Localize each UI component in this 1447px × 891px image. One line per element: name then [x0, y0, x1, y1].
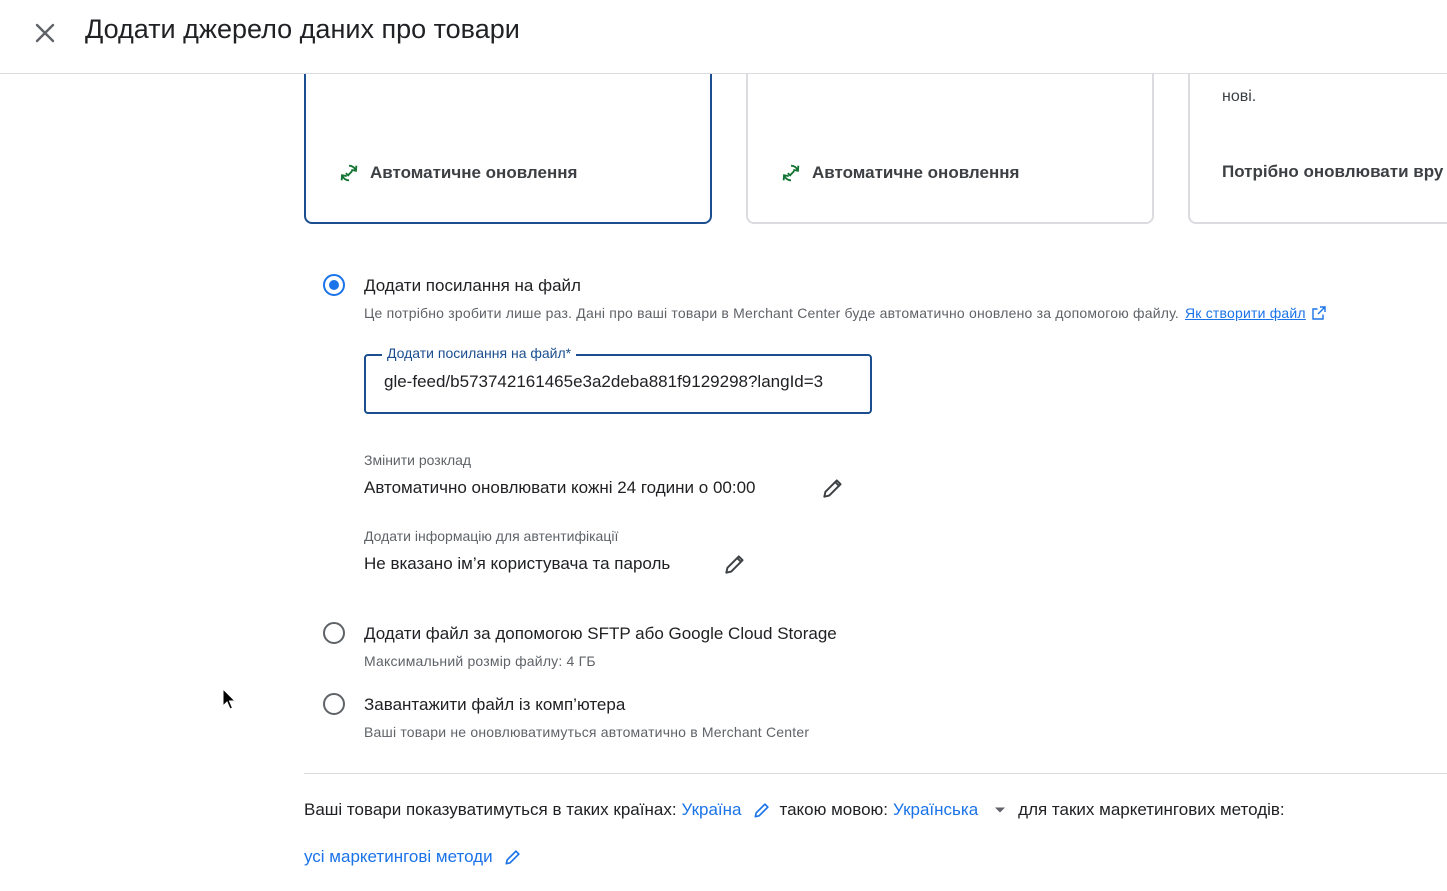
card-update-label: Потрібно оновлювати вру: [1222, 162, 1444, 181]
radio-upload[interactable]: [323, 693, 345, 715]
language-select[interactable]: Українська: [893, 800, 978, 820]
close-button[interactable]: [30, 18, 60, 48]
external-link-icon: [1312, 306, 1326, 320]
page-title: Додати джерело даних про товари: [85, 14, 520, 44]
option-add-link-description-text: Це потрібно зробити лише раз. Дані про в…: [364, 305, 1179, 321]
edit-methods-icon[interactable]: [503, 847, 523, 867]
schedule-caption: Змінити розклад: [364, 452, 472, 468]
file-link-input[interactable]: [384, 372, 854, 392]
schedule-value: Автоматично оновлювати кожні 24 години о…: [364, 478, 756, 497]
pencil-icon: [725, 555, 744, 574]
radio-sftp[interactable]: [323, 622, 345, 644]
dropdown-arrow-icon[interactable]: [994, 806, 1006, 814]
dialog-header: Додати джерело даних про товари: [0, 0, 1447, 74]
close-icon: [35, 23, 55, 43]
auto-update-icon: [340, 164, 358, 182]
file-link-field[interactable]: Додати посилання на файл*: [364, 345, 872, 414]
country-link[interactable]: Україна: [682, 800, 742, 820]
option-add-link-description: Це потрібно зробити лише раз. Дані про в…: [364, 305, 1326, 321]
option-sftp-description: Максимальний розмір файлу: 4 ГБ: [364, 653, 596, 669]
card-update-label: Автоматичне оновлення: [370, 163, 578, 182]
card-update-row: Автоматичне оновлення: [338, 162, 577, 184]
divider: [304, 773, 1447, 774]
edit-country-icon[interactable]: [752, 800, 772, 820]
methods-prefix: для таких маркетингових методів:: [1018, 800, 1285, 819]
mouse-cursor-icon: [222, 688, 237, 710]
card-update-label: Автоматичне оновлення: [812, 163, 1020, 182]
option-add-link-label: Додати посилання на файл: [364, 276, 581, 295]
radio-add-link[interactable]: [323, 274, 345, 296]
auto-update-icon: [782, 164, 800, 182]
targeting-summary: Ваші товари показуватимуться в таких кра…: [304, 800, 1285, 820]
file-link-field-label: Додати посилання на файл*: [382, 345, 577, 361]
countries-prefix: Ваші товари показуватимуться в таких кра…: [304, 800, 677, 819]
edit-schedule-button[interactable]: [820, 475, 846, 501]
methods-row: усі маркетингові методи: [304, 847, 531, 867]
card-update-row: Автоматичне оновлення: [780, 162, 1019, 184]
option-upload-label: Завантажити файл із комп’ютера: [364, 695, 626, 714]
edit-auth-button[interactable]: [722, 551, 748, 577]
language-prefix: такою мовою:: [779, 800, 889, 819]
card-description: нові.: [1222, 88, 1257, 105]
auth-caption: Додати інформацію для автентифікації: [364, 528, 619, 544]
option-sftp-label: Додати файл за допомогою SFTP або Google…: [364, 624, 837, 643]
how-to-create-file-link[interactable]: Як створити файл: [1185, 305, 1306, 321]
methods-link[interactable]: усі маркетингові методи: [304, 847, 493, 867]
option-upload-description: Ваші товари не оновлюватимуться автомати…: [364, 724, 810, 740]
card-update-row: Потрібно оновлювати вру: [1222, 162, 1443, 182]
auth-value: Не вказано ім’я користувача та пароль: [364, 554, 671, 573]
pencil-icon: [823, 479, 842, 498]
